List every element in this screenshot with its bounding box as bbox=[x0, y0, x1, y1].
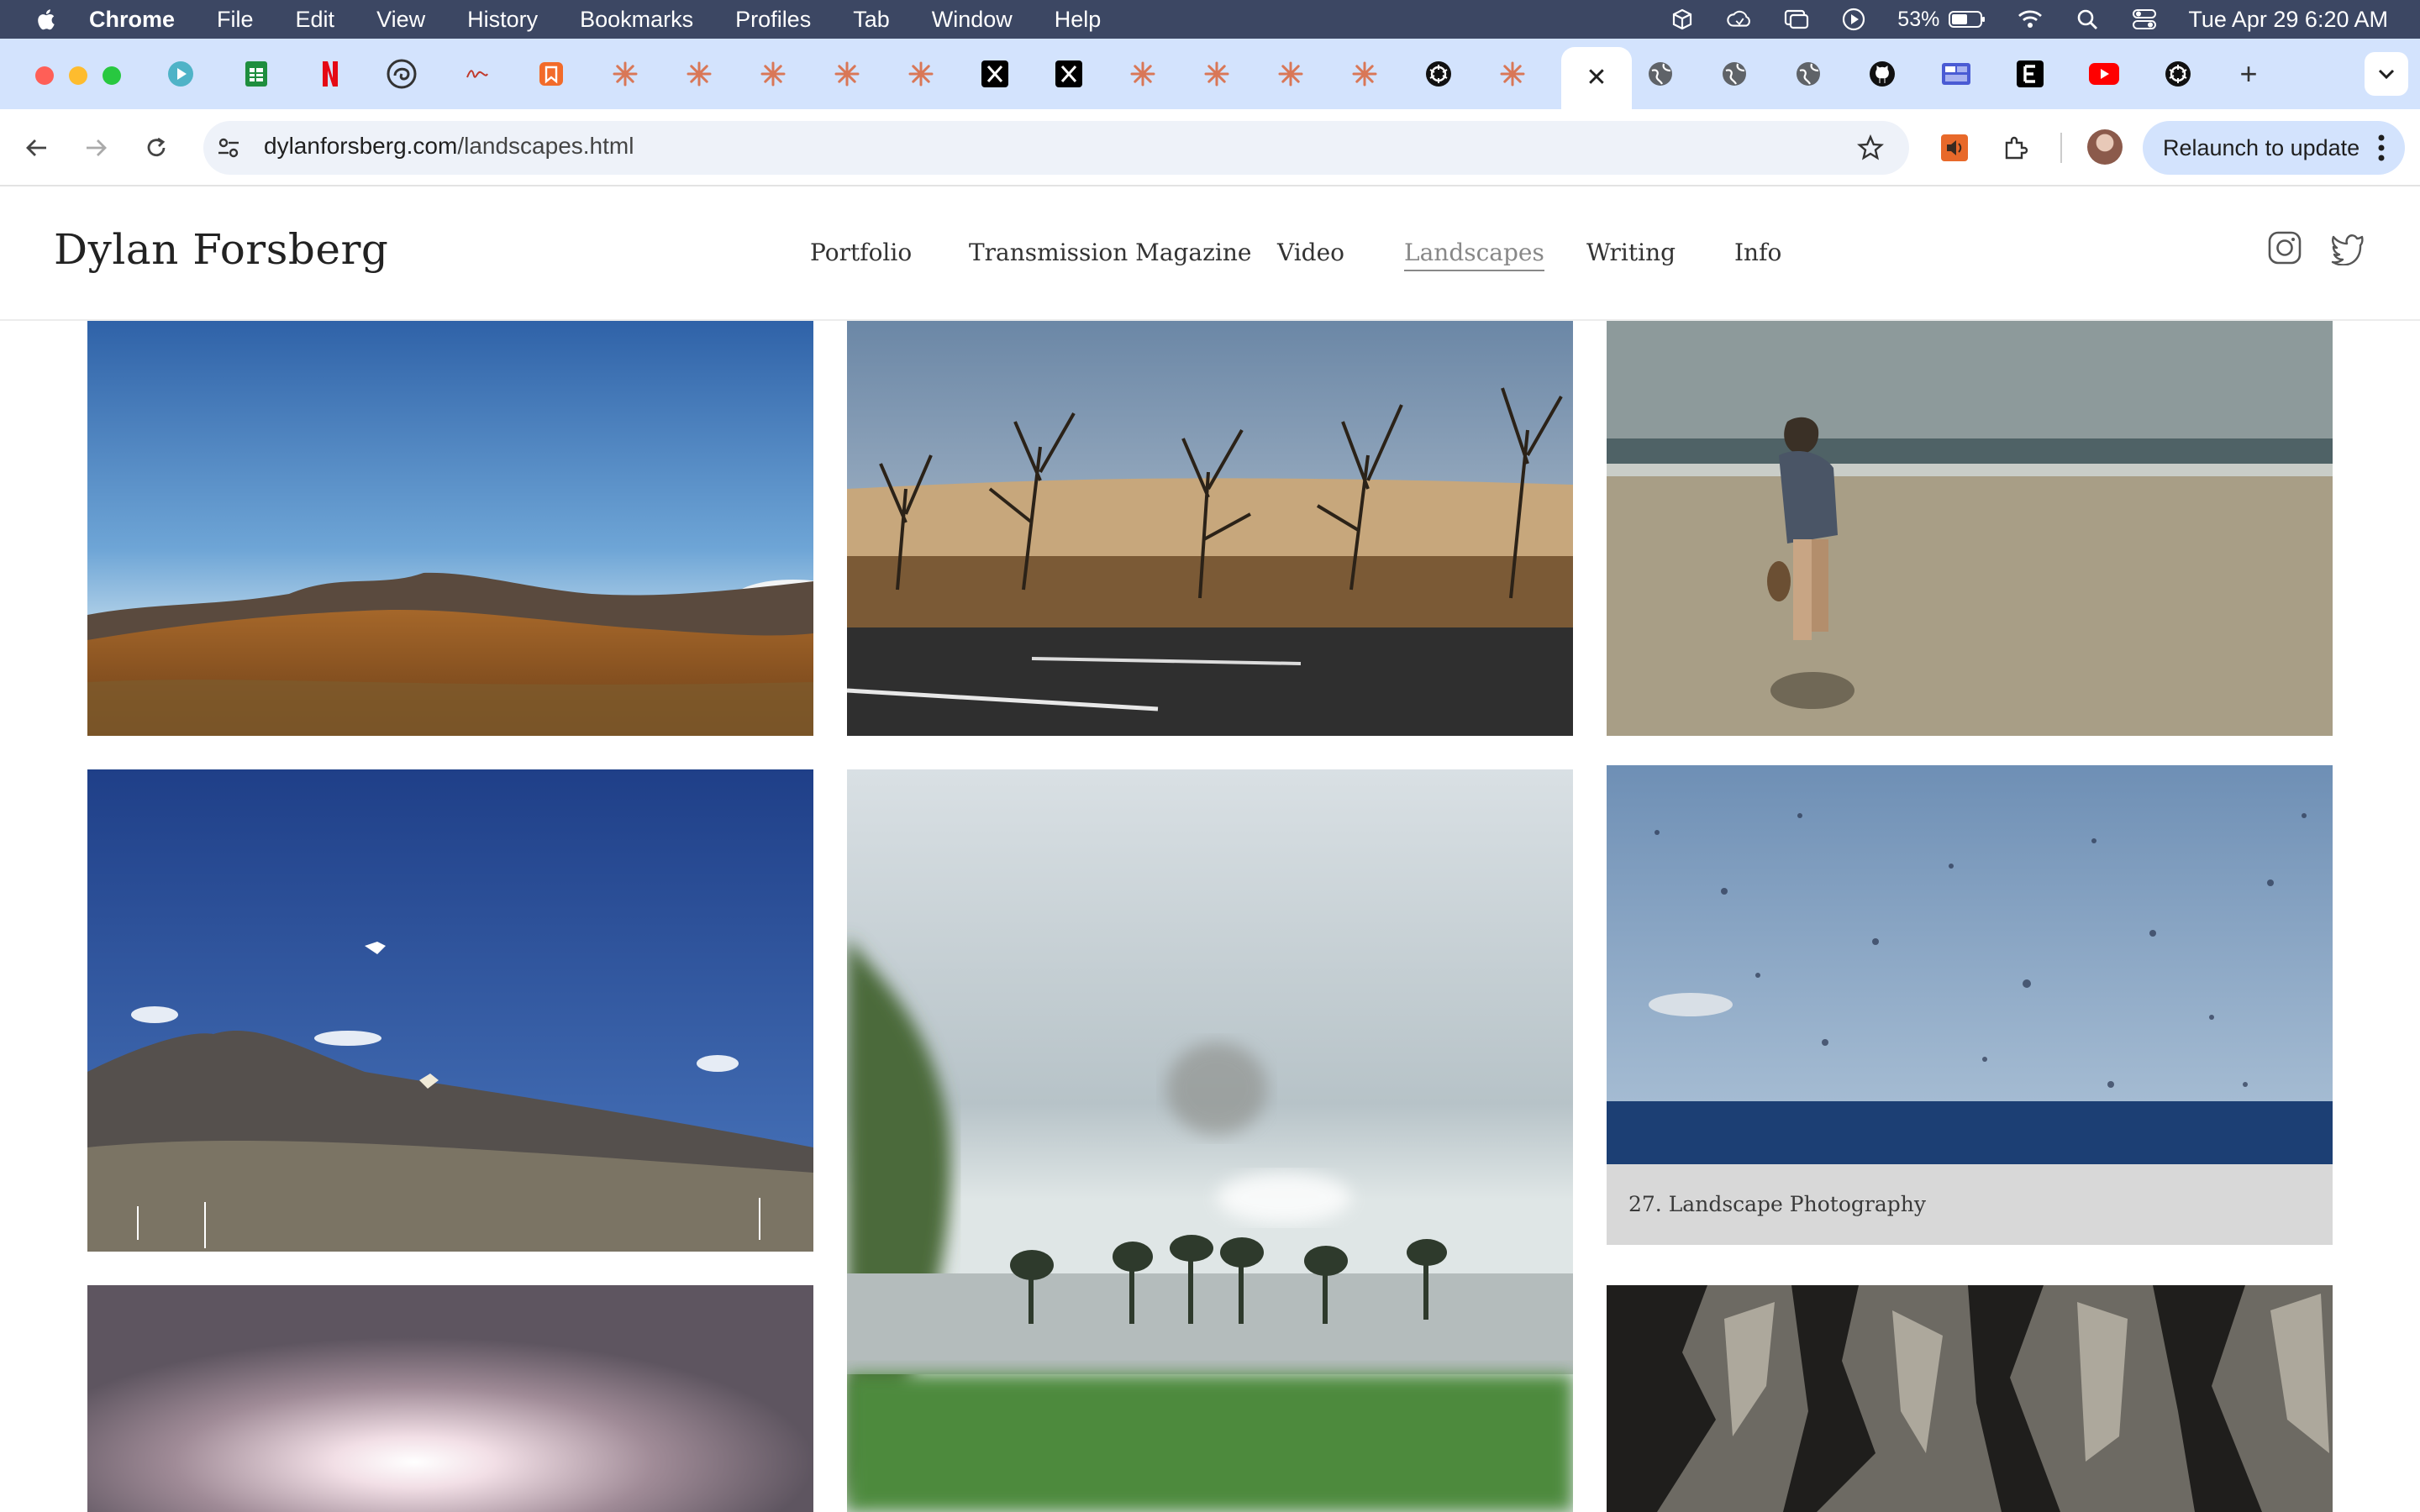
menu-bookmarks[interactable]: Bookmarks bbox=[580, 7, 693, 33]
menu-help[interactable]: Help bbox=[1055, 7, 1102, 33]
tab-claude-icon[interactable] bbox=[1202, 59, 1232, 89]
window-zoom-button[interactable] bbox=[103, 66, 121, 85]
menubar-status-area: 53% Tue Apr 29 6:20 AM bbox=[1669, 0, 2420, 39]
menu-file[interactable]: File bbox=[217, 7, 254, 33]
tab-globe-icon[interactable] bbox=[1793, 59, 1823, 89]
menu-tab[interactable]: Tab bbox=[853, 7, 890, 33]
arrow-right-icon bbox=[87, 139, 107, 156]
macos-menu-bar: Chrome File Edit View History Bookmarks … bbox=[0, 0, 2420, 39]
toolbar-divider bbox=[2060, 133, 2062, 163]
tab-squiggle-icon[interactable] bbox=[462, 59, 492, 89]
tab-sheets-icon[interactable] bbox=[241, 59, 271, 89]
tab-dashboard-icon[interactable] bbox=[1941, 59, 1971, 89]
landscape-photo-sun-glare[interactable] bbox=[87, 1285, 813, 1512]
tab-ai-icon[interactable] bbox=[387, 59, 417, 89]
active-tab[interactable]: ✕ bbox=[1561, 47, 1632, 109]
tab-claude-icon[interactable] bbox=[1276, 59, 1306, 89]
tab-claude-icon[interactable] bbox=[906, 59, 936, 89]
landscape-photo-desert-hills[interactable] bbox=[87, 321, 813, 736]
landscape-photo-rain-window[interactable] bbox=[1607, 765, 2333, 1165]
menubar-clock[interactable]: Tue Apr 29 6:20 AM bbox=[2188, 7, 2388, 33]
landscape-photo-beach-walker[interactable] bbox=[1607, 321, 2333, 736]
menu-view[interactable]: View bbox=[376, 7, 425, 33]
star-icon bbox=[1857, 134, 1884, 160]
tab-youtube-icon[interactable] bbox=[2089, 59, 2119, 89]
battery-percent: 53% bbox=[1897, 7, 1940, 31]
chevron-down-icon bbox=[2378, 69, 2395, 80]
cube-icon[interactable] bbox=[1669, 6, 1696, 33]
menu-profiles[interactable]: Profiles bbox=[735, 7, 811, 33]
menu-edit[interactable]: Edit bbox=[296, 7, 335, 33]
tab-claude-icon[interactable] bbox=[758, 59, 788, 89]
profile-avatar[interactable] bbox=[2087, 129, 2123, 165]
landscape-photo-burnt-trees-road[interactable] bbox=[847, 321, 1573, 736]
tune-icon bbox=[218, 138, 239, 158]
nav-writing[interactable]: Writing bbox=[1586, 239, 1676, 266]
nav-video[interactable]: Video bbox=[1277, 239, 1344, 266]
spotlight-search-icon[interactable] bbox=[2074, 6, 2101, 33]
reload-button[interactable] bbox=[138, 129, 175, 166]
tab-netflix-icon[interactable] bbox=[315, 59, 345, 89]
relaunch-button[interactable]: Relaunch to update bbox=[2143, 121, 2405, 175]
site-info-button[interactable] bbox=[210, 129, 247, 166]
window-minimize-button[interactable] bbox=[69, 66, 87, 85]
instagram-icon[interactable] bbox=[2267, 230, 2302, 265]
reload-icon bbox=[147, 137, 166, 157]
nav-portfolio[interactable]: Portfolio bbox=[810, 239, 912, 266]
extensions-button[interactable] bbox=[1996, 129, 2033, 166]
tab-x-icon[interactable] bbox=[980, 59, 1010, 89]
menu-window[interactable]: Window bbox=[932, 7, 1013, 33]
tab-search-button[interactable] bbox=[2365, 52, 2408, 96]
tab-bookmark-app-icon[interactable] bbox=[536, 59, 566, 89]
media-play-icon[interactable] bbox=[1840, 6, 1867, 33]
photo-caption: 27. Landscape Photography bbox=[1628, 1192, 1926, 1216]
window-close-button[interactable] bbox=[35, 66, 54, 85]
battery-icon[interactable] bbox=[1948, 6, 1986, 33]
tab-globe-icon[interactable] bbox=[1719, 59, 1749, 89]
tab-close-icon[interactable]: ✕ bbox=[1586, 66, 1607, 91]
tab-github-icon[interactable] bbox=[1867, 59, 1897, 89]
apple-icon[interactable] bbox=[35, 7, 55, 32]
url-path: /landscapes.html bbox=[457, 133, 634, 159]
menu-history[interactable]: History bbox=[467, 7, 538, 33]
tab-globe-icon[interactable] bbox=[1645, 59, 1676, 89]
wifi-icon[interactable] bbox=[2017, 6, 2044, 33]
landscape-photo-mountain-birds[interactable] bbox=[87, 769, 813, 1252]
tab-openai-icon[interactable] bbox=[2163, 59, 2193, 89]
url-domain: dylanforsberg.com bbox=[264, 133, 458, 159]
control-center-icon[interactable] bbox=[2131, 6, 2158, 33]
tab-claude-icon[interactable] bbox=[1349, 59, 1380, 89]
cloud-sync-icon[interactable] bbox=[1726, 6, 1753, 33]
site-title[interactable]: Dylan Forsberg bbox=[54, 225, 388, 274]
screen-mirroring-icon[interactable] bbox=[1783, 6, 1810, 33]
tab-claude-icon[interactable] bbox=[1128, 59, 1158, 89]
tab-x-icon[interactable] bbox=[1054, 59, 1084, 89]
landscape-photo-rock-face[interactable] bbox=[1607, 1285, 2333, 1512]
relaunch-label: Relaunch to update bbox=[2163, 134, 2360, 160]
tab-play-icon[interactable] bbox=[166, 59, 196, 89]
address-url[interactable]: dylanforsberg.com/landscapes.html bbox=[264, 133, 634, 160]
menu-app-name[interactable]: Chrome bbox=[89, 7, 175, 33]
landscape-photo-palm-trees-motion[interactable] bbox=[847, 769, 1573, 1512]
nav-transmission-magazine[interactable]: Transmission Magazine bbox=[969, 239, 1251, 266]
back-button[interactable] bbox=[18, 129, 55, 166]
speaker-icon bbox=[1941, 134, 1968, 161]
kebab-menu-icon[interactable] bbox=[2378, 133, 2385, 163]
twitter-icon[interactable] bbox=[2329, 230, 2365, 265]
arrow-left-icon bbox=[26, 139, 46, 156]
puzzle-icon bbox=[2005, 136, 2028, 160]
tab-openai-icon[interactable] bbox=[1423, 59, 1454, 89]
nav-landscapes[interactable]: Landscapes bbox=[1404, 239, 1544, 271]
tab-e-icon[interactable] bbox=[2015, 59, 2045, 89]
tab-claude-icon[interactable] bbox=[832, 59, 862, 89]
nav-info[interactable]: Info bbox=[1734, 239, 1781, 266]
tab-claude-icon[interactable] bbox=[684, 59, 714, 89]
extension-audio-button[interactable] bbox=[1936, 129, 1973, 166]
tab-claude-icon[interactable] bbox=[610, 59, 640, 89]
forward-button[interactable] bbox=[77, 129, 114, 166]
new-tab-button[interactable]: + bbox=[2232, 57, 2265, 91]
bookmark-star-button[interactable] bbox=[1852, 129, 1889, 166]
tab-claude-icon[interactable] bbox=[1497, 59, 1528, 89]
